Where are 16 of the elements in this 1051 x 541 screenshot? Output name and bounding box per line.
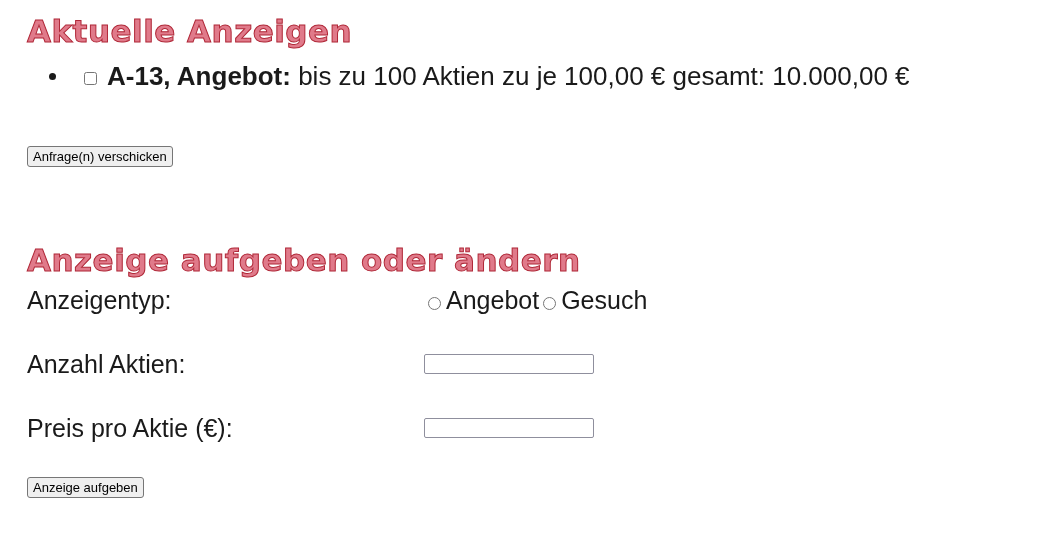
radio-button[interactable] bbox=[428, 296, 441, 310]
field-label: Preis pro Aktie (€): bbox=[27, 413, 234, 443]
checkbox[interactable] bbox=[84, 71, 97, 85]
field-label: Anzeigentyp: bbox=[27, 285, 173, 315]
radio-label: Angebot bbox=[446, 285, 540, 315]
number-field[interactable] bbox=[424, 354, 594, 374]
radio-label: Gesuch bbox=[561, 285, 648, 315]
submit-ad-button[interactable]: Anzeige aufgeben bbox=[27, 477, 144, 498]
field-label: Anzahl Aktien: bbox=[27, 349, 187, 379]
send-requests-button[interactable]: Anfrage(n) verschicken bbox=[27, 146, 173, 167]
section-heading: Aktuelle Anzeigen bbox=[27, 12, 354, 51]
radio-button[interactable] bbox=[543, 296, 557, 310]
bullet-icon bbox=[49, 72, 56, 80]
section-heading: Anzeige aufgeben oder ändern bbox=[27, 241, 582, 280]
number-field[interactable] bbox=[424, 418, 594, 438]
ad-text: A-13, Angebot: bis zu 100 Aktien zu je 100,00 € gesamt: 10.000,00 € bbox=[107, 60, 910, 93]
